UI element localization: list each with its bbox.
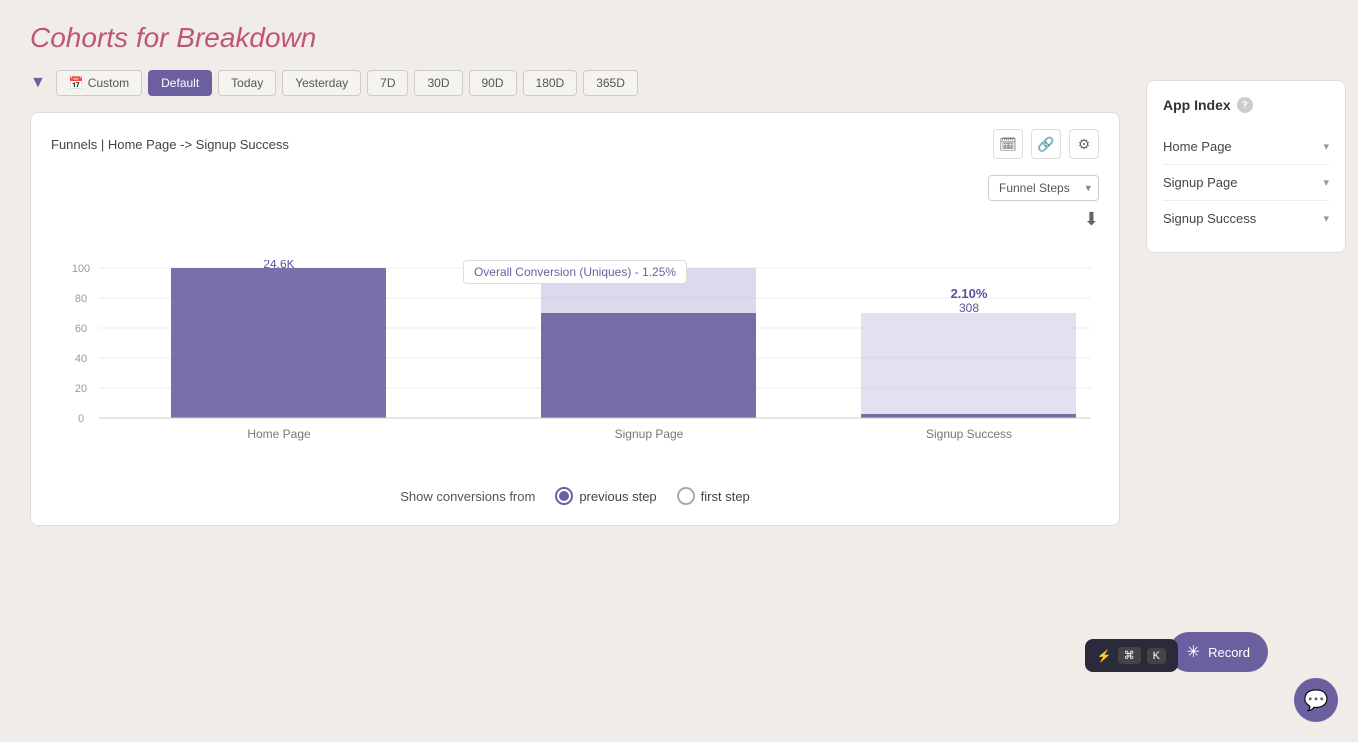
date-btn-30d[interactable]: 30D [414,70,462,96]
radio-first-step[interactable]: first step [677,487,750,505]
k-key: K [1147,648,1166,664]
svg-text:2.10%: 2.10% [951,286,988,301]
chart-header-actions: 🗓 🔗 ⚙ [993,129,1099,159]
date-btn-7d[interactable]: 7D [367,70,408,96]
date-btn-90d[interactable]: 90D [469,70,517,96]
svg-text:Home Page: Home Page [247,427,311,441]
svg-text:0: 0 [78,413,84,425]
chart-card: Funnels | Home Page -> Signup Success 🗓 … [30,112,1120,526]
help-icon[interactable]: ? [1237,97,1253,113]
chat-icon: 💬 [1304,688,1329,713]
app-index-item-label: Signup Success [1163,211,1256,226]
calendar-icon: 📅 [69,76,84,90]
funnel-steps-wrapper[interactable]: Funnel Steps [988,175,1099,201]
calendar-view-btn[interactable]: 🗓 [993,129,1023,159]
chart-title: Funnels | Home Page -> Signup Success [51,137,289,152]
chart-card-header: Funnels | Home Page -> Signup Success 🗓 … [51,129,1099,159]
svg-text:100: 100 [72,263,90,275]
svg-text:24.6K: 24.6K [263,260,294,271]
radio-first-indicator [677,487,695,505]
date-btn-180d[interactable]: 180D [523,70,578,96]
cmd-key: ⌘ [1118,647,1141,664]
radio-previous-step[interactable]: previous step [555,487,656,505]
svg-text:20: 20 [75,383,87,395]
keyboard-shortcut[interactable]: ⚡ ⌘ K [1085,639,1178,672]
app-index-panel: App Index ? Home Page ▾ Signup Page ▾ Si… [1146,80,1346,253]
app-index-item-homepage[interactable]: Home Page ▾ [1163,129,1329,165]
record-label: Record [1208,645,1250,660]
controls-top-row: Funnel Steps ⬇ [51,175,1099,230]
svg-text:Signup Success: Signup Success [926,427,1012,441]
radio-previous-label: previous step [579,489,656,504]
page-title: Cohorts for Breakdown [0,0,1358,70]
lightning-icon: ⚡ [1097,649,1112,663]
overall-conversion-badge: Overall Conversion (Uniques) - 1.25% [463,260,687,284]
app-index-item-label: Signup Page [1163,175,1237,190]
record-icon: ✳ [1187,642,1200,662]
radio-previous-indicator [555,487,573,505]
download-btn[interactable]: ⬇ [1084,209,1099,230]
app-index-item-label: Home Page [1163,139,1232,154]
settings-btn[interactable]: ⚙ [1069,129,1099,159]
record-button[interactable]: ✳ Record [1169,632,1268,672]
chevron-down-icon: ▾ [1323,212,1329,225]
chart-area: Overall Conversion (Uniques) - 1.25% 100… [51,260,1099,463]
chevron-down-icon: ▾ [1323,176,1329,189]
svg-text:Signup Page: Signup Page [615,427,684,441]
date-btn-custom[interactable]: 📅 Custom [56,70,142,96]
app-index-item-signup-page[interactable]: Signup Page ▾ [1163,165,1329,201]
svg-text:80: 80 [75,293,87,305]
svg-text:60: 60 [75,323,87,335]
radio-first-label: first step [701,489,750,504]
svg-text:40: 40 [75,353,87,365]
svg-text:308: 308 [959,301,979,315]
date-btn-yesterday[interactable]: Yesterday [282,70,361,96]
conversion-from-label: Show conversions from [400,489,535,504]
conversion-row: Show conversions from previous step firs… [51,487,1099,505]
app-index-header: App Index ? [1163,97,1329,113]
filter-icon[interactable]: ▼ [30,74,46,92]
chevron-down-icon: ▾ [1323,140,1329,153]
chat-bubble[interactable]: 💬 [1294,678,1338,722]
link-btn[interactable]: 🔗 [1031,129,1061,159]
date-btn-365d[interactable]: 365D [583,70,638,96]
funnel-steps-select[interactable]: Funnel Steps [988,175,1099,201]
date-btn-default[interactable]: Default [148,70,212,96]
app-index-item-signup-success[interactable]: Signup Success ▾ [1163,201,1329,236]
chart-svg-wrapper: 100 80 60 40 20 0 100.00% 24.6K [61,260,1089,463]
app-index-title: App Index [1163,97,1231,113]
date-btn-today[interactable]: Today [218,70,276,96]
